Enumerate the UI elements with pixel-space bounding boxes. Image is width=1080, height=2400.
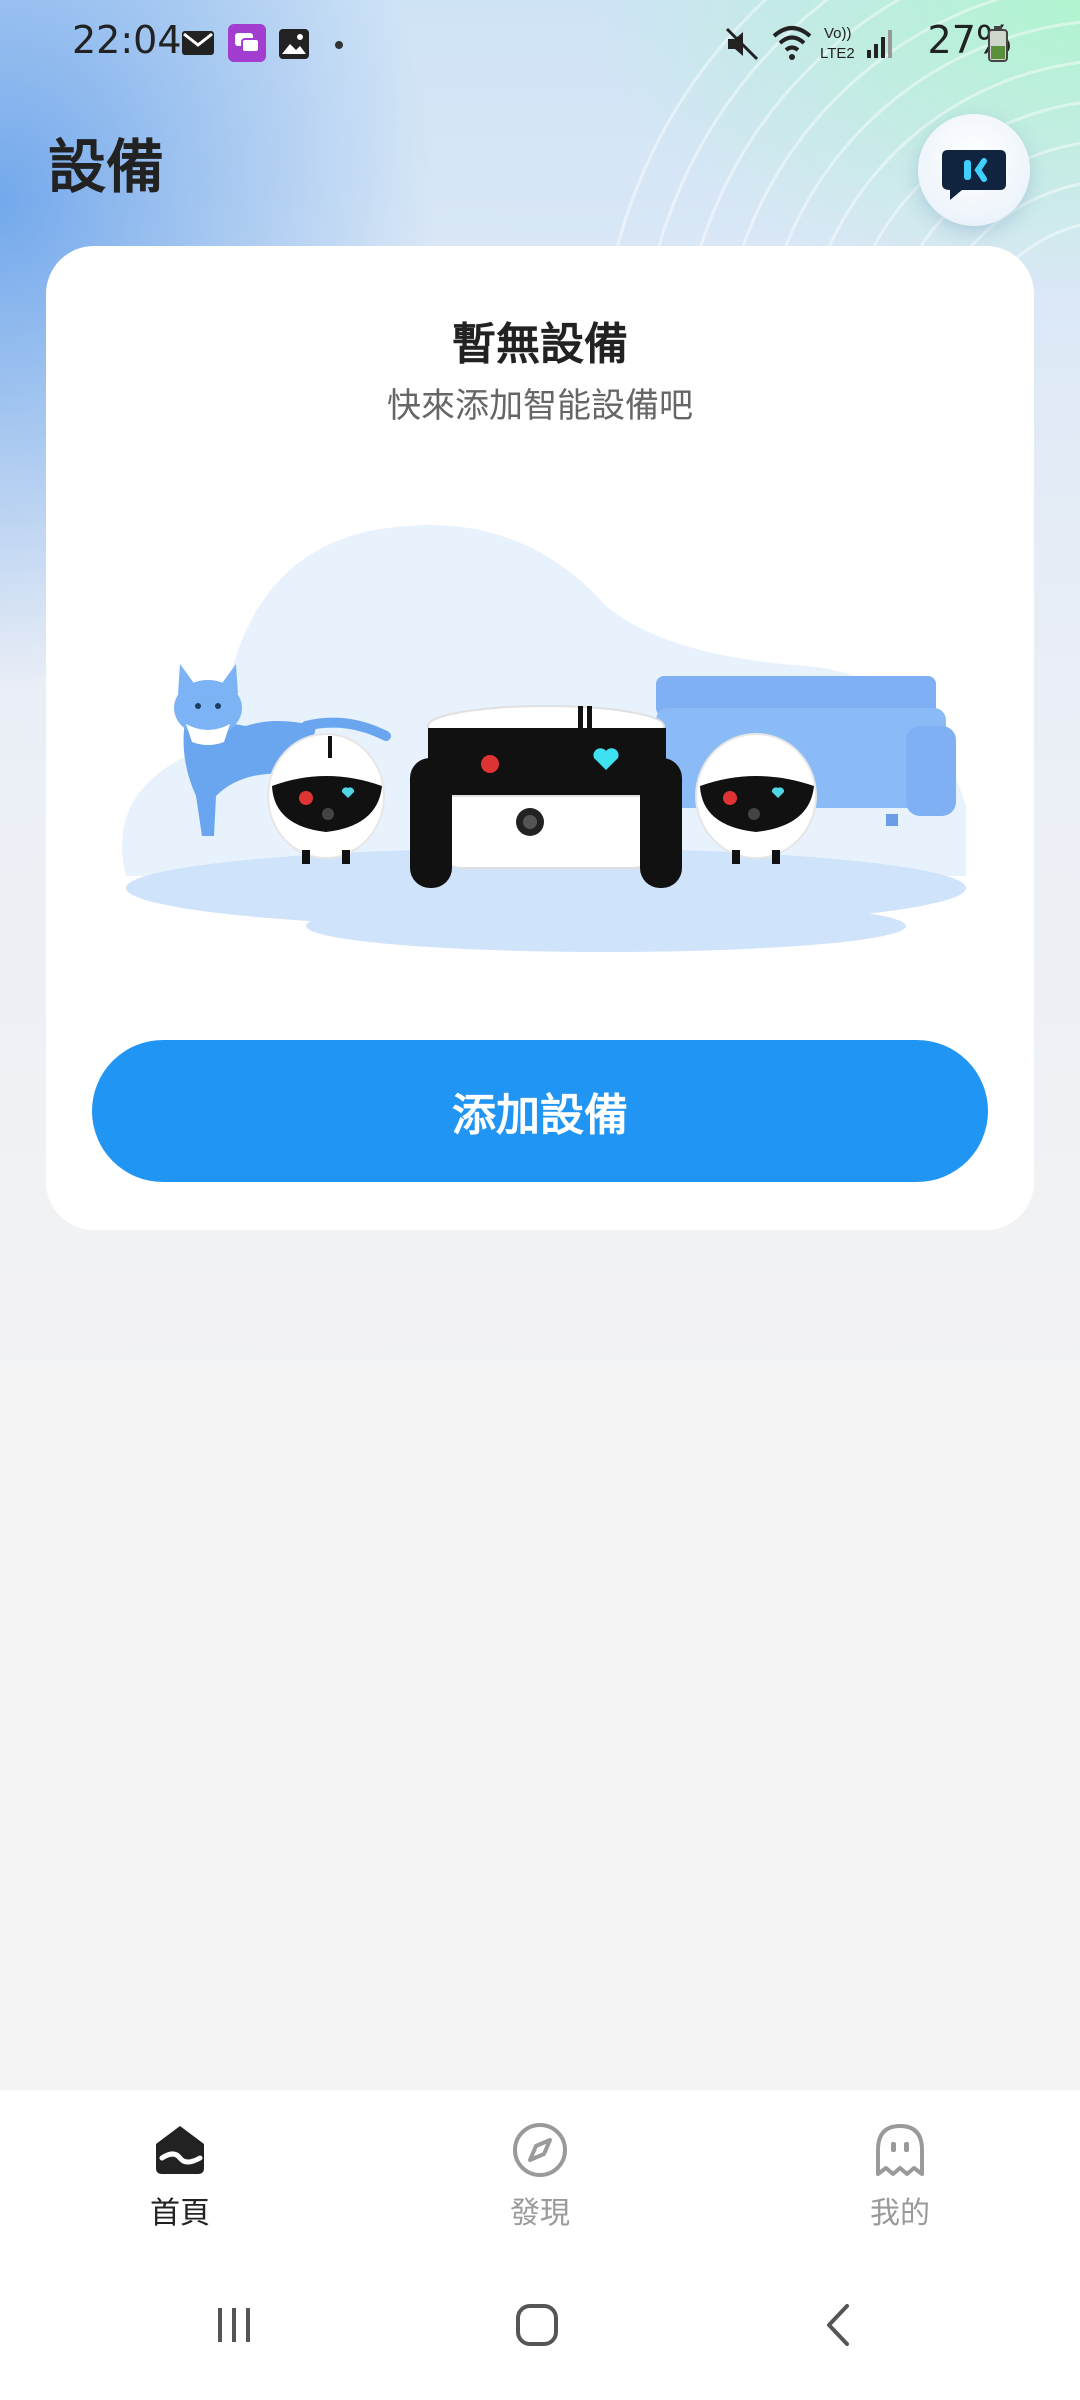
- mail-icon: [182, 31, 214, 55]
- empty-state-subtitle: 快來添加智能設備吧: [387, 386, 693, 426]
- home-icon: [156, 2126, 204, 2174]
- dot-icon: [335, 41, 343, 49]
- back-icon[interactable]: [815, 2300, 865, 2350]
- bottom-navigation: 首頁 發現 我的: [0, 2090, 1080, 2400]
- nav-label-home: 首頁: [150, 2196, 210, 2231]
- empty-state-title: 暫無設備: [452, 319, 628, 370]
- empty-device-card: 暫無設備 快來添加智能設備吧 添加設備: [46, 246, 1034, 1230]
- status-time: 22:04: [72, 18, 182, 62]
- gallery-icon: [279, 29, 309, 59]
- nav-label-discover: 發現: [510, 2196, 570, 2231]
- messenger-icon: [228, 24, 266, 62]
- wifi-icon: [772, 26, 812, 60]
- compass-icon: [513, 2123, 567, 2177]
- svg-text:Vo)): Vo)): [824, 25, 852, 42]
- page-title: 設備: [48, 133, 165, 201]
- robots-illustration: [122, 525, 966, 952]
- nav-item-mine[interactable]: 我的: [780, 2120, 1020, 2232]
- large-robot-center: [410, 705, 682, 888]
- home-button-icon[interactable]: [512, 2300, 562, 2350]
- status-bar: 22:04 Vo)) LTE2 27%: [0, 0, 1080, 90]
- battery-icon: [988, 26, 1008, 62]
- signal-icon: [867, 30, 892, 58]
- add-device-button[interactable]: 添加設備: [92, 1040, 988, 1182]
- mute-icon: [725, 27, 759, 61]
- robot-chat-icon: [942, 150, 1006, 200]
- svg-text:LTE2: LTE2: [820, 45, 855, 62]
- ghost-profile-icon: [876, 2124, 924, 2176]
- nav-item-home[interactable]: 首頁: [60, 2120, 300, 2232]
- nav-item-discover[interactable]: 發現: [420, 2120, 660, 2232]
- volte-icon: Vo)) LTE2: [820, 25, 855, 62]
- assistant-button[interactable]: [918, 114, 1030, 226]
- nav-label-mine: 我的: [870, 2196, 930, 2231]
- recent-apps-icon[interactable]: [210, 2300, 260, 2350]
